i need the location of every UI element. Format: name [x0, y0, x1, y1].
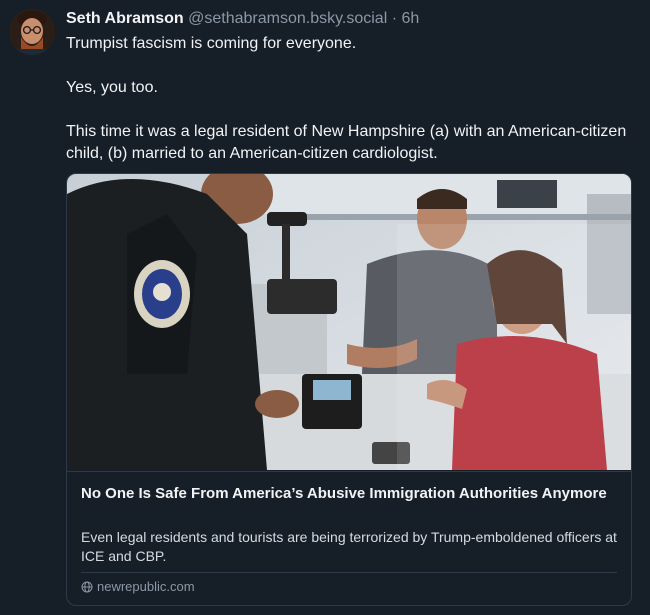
header-separator: ·	[391, 10, 398, 27]
link-preview-body[interactable]: No One Is Safe From America’s Abusive Im…	[67, 471, 631, 605]
post-paragraph: Yes, you too.	[66, 79, 158, 96]
author-handle[interactable]: @sethabramson.bsky.social	[188, 10, 387, 27]
post-paragraph: Trumpist fascism is coming for everyone.	[66, 35, 357, 52]
link-description: Even legal residents and tourists are be…	[81, 529, 617, 564]
link-preview-image[interactable]	[67, 174, 631, 470]
author-avatar[interactable]	[9, 9, 55, 55]
post-timestamp[interactable]: 6h	[401, 10, 419, 27]
globe-icon	[81, 581, 93, 593]
preview-photo	[67, 174, 631, 470]
link-domain[interactable]: newrepublic.com	[81, 578, 195, 596]
card-divider	[81, 572, 617, 573]
author-name[interactable]: Seth Abramson	[66, 10, 184, 27]
post-paragraph: This time it was a legal resident of New…	[66, 123, 627, 162]
link-preview-card[interactable]: No One Is Safe From America’s Abusive Im…	[66, 173, 632, 606]
post-text: Trumpist fascism is coming for everyone.…	[66, 33, 636, 165]
avatar-portrait	[9, 9, 55, 55]
post-header: Seth Abramson @sethabramson.bsky.social …	[66, 9, 419, 29]
link-title[interactable]: No One Is Safe From America’s Abusive Im…	[81, 483, 617, 504]
link-domain-text: newrepublic.com	[97, 579, 195, 594]
